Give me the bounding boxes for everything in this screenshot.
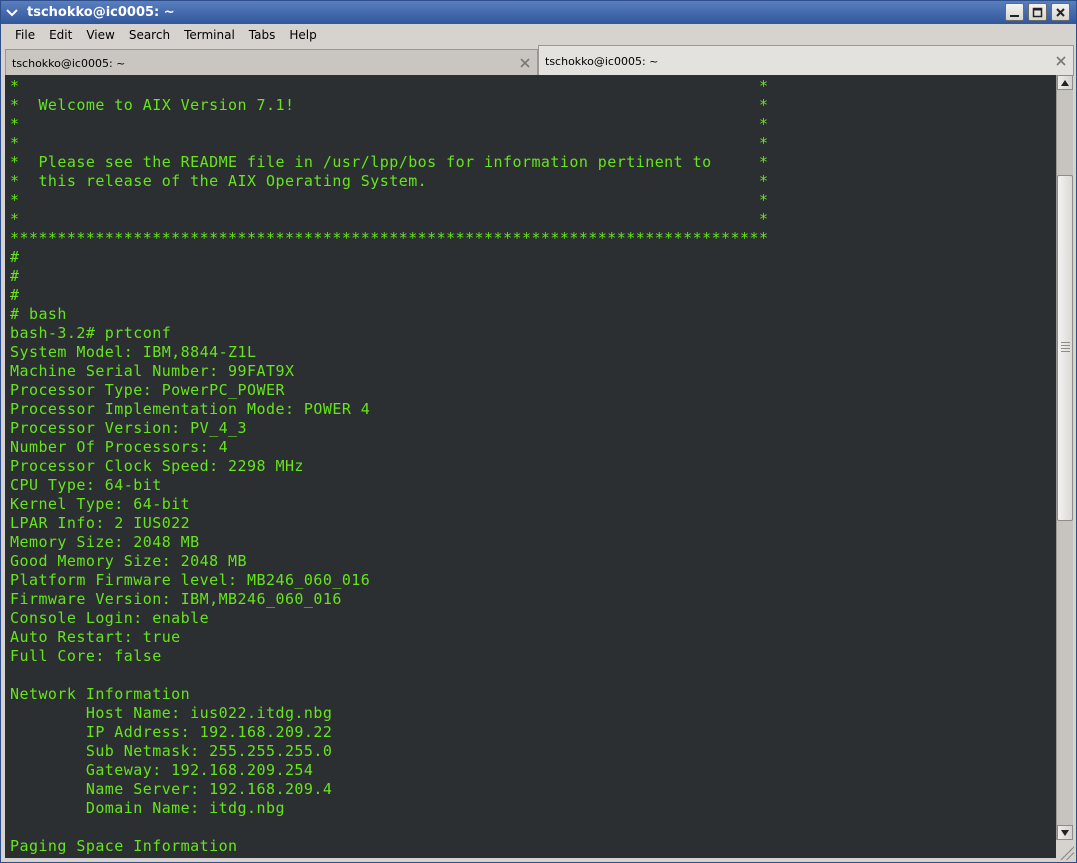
menu-tabs[interactable]: Tabs [242, 26, 283, 44]
scrollbar-thumb[interactable] [1057, 175, 1073, 521]
terminal-line: Platform Firmware level: MB246_060_016 [10, 571, 371, 589]
terminal-line: Sub Netmask: 255.255.255.0 [10, 742, 333, 760]
window-menu-button[interactable] [1, 1, 23, 24]
terminal-line: LPAR Info: 2 IUS022 [10, 514, 191, 532]
maximize-icon [1032, 7, 1043, 17]
terminal-line: Good Memory Size: 2048 MB [10, 552, 248, 570]
terminal-line: CPU Type: 64-bit [10, 476, 162, 494]
terminal-output[interactable]: * * * Welcome to AIX Version 7.1! * * * … [5, 75, 1056, 858]
terminal-text: * * * Welcome to AIX Version 7.1! * * * … [10, 77, 768, 856]
chevron-down-icon [6, 8, 18, 16]
tab-terminal-2[interactable]: tschokko@ic0005: ~ [538, 45, 1074, 76]
terminal-line: # [10, 248, 20, 266]
terminal-line: * * [10, 134, 769, 152]
terminal-line: * this release of the AIX Operating Syst… [10, 172, 769, 190]
close-icon[interactable] [1055, 55, 1067, 67]
menu-help[interactable]: Help [282, 26, 323, 44]
tab-terminal-1[interactable]: tschokko@ic0005: ~ [5, 49, 538, 76]
terminal-line: Host Name: ius022.itdg.nbg [10, 704, 333, 722]
window-title: tschokko@ic0005: ~ [27, 5, 175, 20]
menu-view[interactable]: View [79, 26, 121, 44]
close-icon[interactable] [519, 57, 531, 69]
tab-bar: tschokko@ic0005: ~ tschokko@ic0005: ~ [1, 45, 1076, 76]
terminal-line: Firmware Version: IBM,MB246_060_016 [10, 590, 342, 608]
terminal-line: Name Server: 192.168.209.4 [10, 780, 333, 798]
menu-search[interactable]: Search [122, 26, 177, 44]
terminal-line: Machine Serial Number: 99FAT9X [10, 362, 295, 380]
tab-label: tschokko@ic0005: ~ [12, 56, 126, 70]
terminal-line: Gateway: 192.168.209.254 [10, 761, 314, 779]
terminal-line: # bash [10, 305, 67, 323]
terminal-line: bash-3.2# prtconf [10, 324, 172, 342]
terminal-line: # [10, 286, 20, 304]
grip-icon [1061, 342, 1070, 354]
menu-terminal[interactable]: Terminal [177, 26, 242, 44]
tab-label: tschokko@ic0005: ~ [545, 54, 659, 68]
terminal-line: * * [10, 210, 769, 228]
terminal-line: Auto Restart: true [10, 628, 181, 646]
resize-grip-icon[interactable] [1060, 846, 1074, 860]
close-icon [1056, 7, 1065, 17]
maximize-button[interactable] [1028, 3, 1047, 21]
terminal-line: Processor Version: PV_4_3 [10, 419, 248, 437]
terminal-line: Processor Type: PowerPC_POWER [10, 381, 285, 399]
arrow-up-icon [1061, 79, 1069, 86]
close-button[interactable] [1051, 3, 1070, 21]
terminal-line: * Welcome to AIX Version 7.1! * [10, 96, 769, 114]
terminal-line: System Model: IBM,8844-Z1L [10, 343, 257, 361]
terminal-window: tschokko@ic0005: ~ File Edit View Search… [0, 0, 1077, 863]
menu-edit[interactable]: Edit [42, 26, 79, 44]
terminal-line: Console Login: enable [10, 609, 210, 627]
terminal-line: Full Core: false [10, 647, 162, 665]
vertical-scrollbar[interactable] [1056, 75, 1073, 840]
title-bar[interactable]: tschokko@ic0005: ~ [1, 1, 1076, 24]
terminal-line: Network Information [10, 685, 191, 703]
scroll-up-button[interactable] [1057, 75, 1073, 90]
terminal-line: Paging Space Information [10, 837, 238, 855]
terminal-line: * * [10, 115, 769, 133]
minimize-icon [1010, 14, 1019, 17]
terminal-line: Kernel Type: 64-bit [10, 495, 191, 513]
menu-file[interactable]: File [8, 26, 42, 44]
terminal-line: Domain Name: itdg.nbg [10, 799, 285, 817]
terminal-line: Processor Clock Speed: 2298 MHz [10, 457, 304, 475]
terminal-line: Number Of Processors: 4 [10, 438, 229, 456]
minimize-button[interactable] [1005, 3, 1024, 21]
scroll-down-button[interactable] [1057, 825, 1073, 840]
terminal-line: * * [10, 77, 769, 95]
terminal-line: IP Address: 192.168.209.22 [10, 723, 333, 741]
terminal-line: ****************************************… [10, 229, 769, 247]
terminal-line: * * [10, 191, 769, 209]
terminal-line: Processor Implementation Mode: POWER 4 [10, 400, 371, 418]
terminal-line: # [10, 267, 20, 285]
arrow-down-icon [1061, 829, 1069, 836]
terminal-line: Memory Size: 2048 MB [10, 533, 200, 551]
terminal-line: * Please see the README file in /usr/lpp… [10, 153, 769, 171]
menu-bar: File Edit View Search Terminal Tabs Help [1, 24, 1076, 45]
